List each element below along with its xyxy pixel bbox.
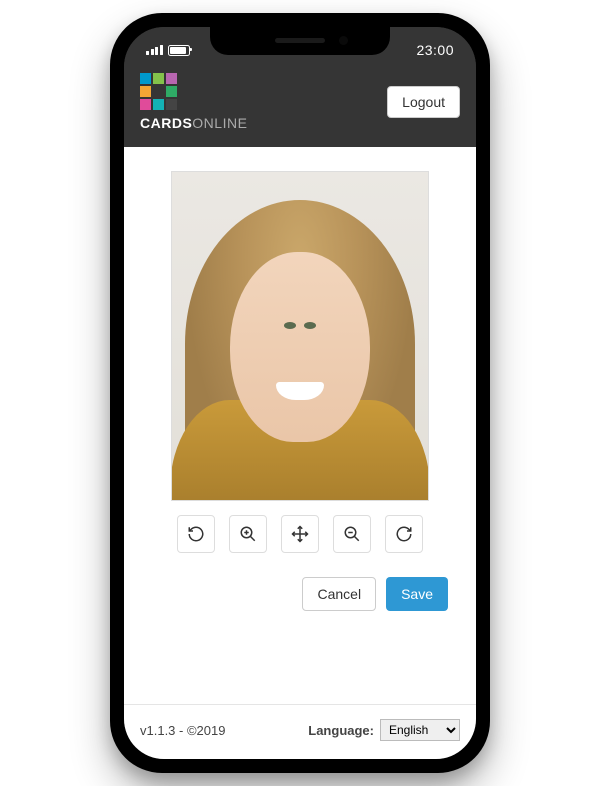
version-text: v1.1.3 - ©2019 xyxy=(140,723,225,738)
zoom-out-button[interactable] xyxy=(333,515,371,553)
language-label: Language: xyxy=(308,723,374,738)
brand-name-light: ONLINE xyxy=(192,115,247,131)
rotate-left-icon xyxy=(187,525,205,543)
save-button[interactable]: Save xyxy=(386,577,448,611)
app-body: Cancel Save v1.1.3 - ©2019 Language: Eng… xyxy=(124,147,476,759)
rotate-left-button[interactable] xyxy=(177,515,215,553)
status-time: 23:00 xyxy=(416,42,454,58)
photo-preview[interactable] xyxy=(171,171,429,501)
language-block: Language: English xyxy=(308,719,460,741)
photo-editor xyxy=(124,147,476,563)
rotate-right-button[interactable] xyxy=(385,515,423,553)
photo-image xyxy=(172,172,428,500)
photo-tools xyxy=(177,515,423,553)
app-header: CARDSONLINE Logout xyxy=(124,65,476,147)
zoom-in-button[interactable] xyxy=(229,515,267,553)
signal-icon xyxy=(146,45,163,55)
action-buttons: Cancel Save xyxy=(124,563,476,629)
language-select[interactable]: English xyxy=(380,719,460,741)
move-icon xyxy=(291,525,309,543)
logout-button[interactable]: Logout xyxy=(387,86,460,118)
zoom-in-icon xyxy=(239,525,257,543)
phone-device-frame: 23:00 CARDSONLINE Logout xyxy=(110,13,490,773)
phone-notch xyxy=(210,27,390,55)
app-footer: v1.1.3 - ©2019 Language: English xyxy=(124,704,476,759)
move-button[interactable] xyxy=(281,515,319,553)
cancel-button[interactable]: Cancel xyxy=(302,577,376,611)
battery-icon xyxy=(168,45,190,56)
brand-name-bold: CARDS xyxy=(140,115,192,131)
phone-screen: 23:00 CARDSONLINE Logout xyxy=(124,27,476,759)
rotate-right-icon xyxy=(395,525,413,543)
brand-logo: CARDSONLINE xyxy=(140,73,247,131)
logo-grid-icon xyxy=(140,73,247,110)
brand-text: CARDSONLINE xyxy=(140,115,247,131)
zoom-out-icon xyxy=(343,525,361,543)
status-indicators xyxy=(146,45,190,56)
